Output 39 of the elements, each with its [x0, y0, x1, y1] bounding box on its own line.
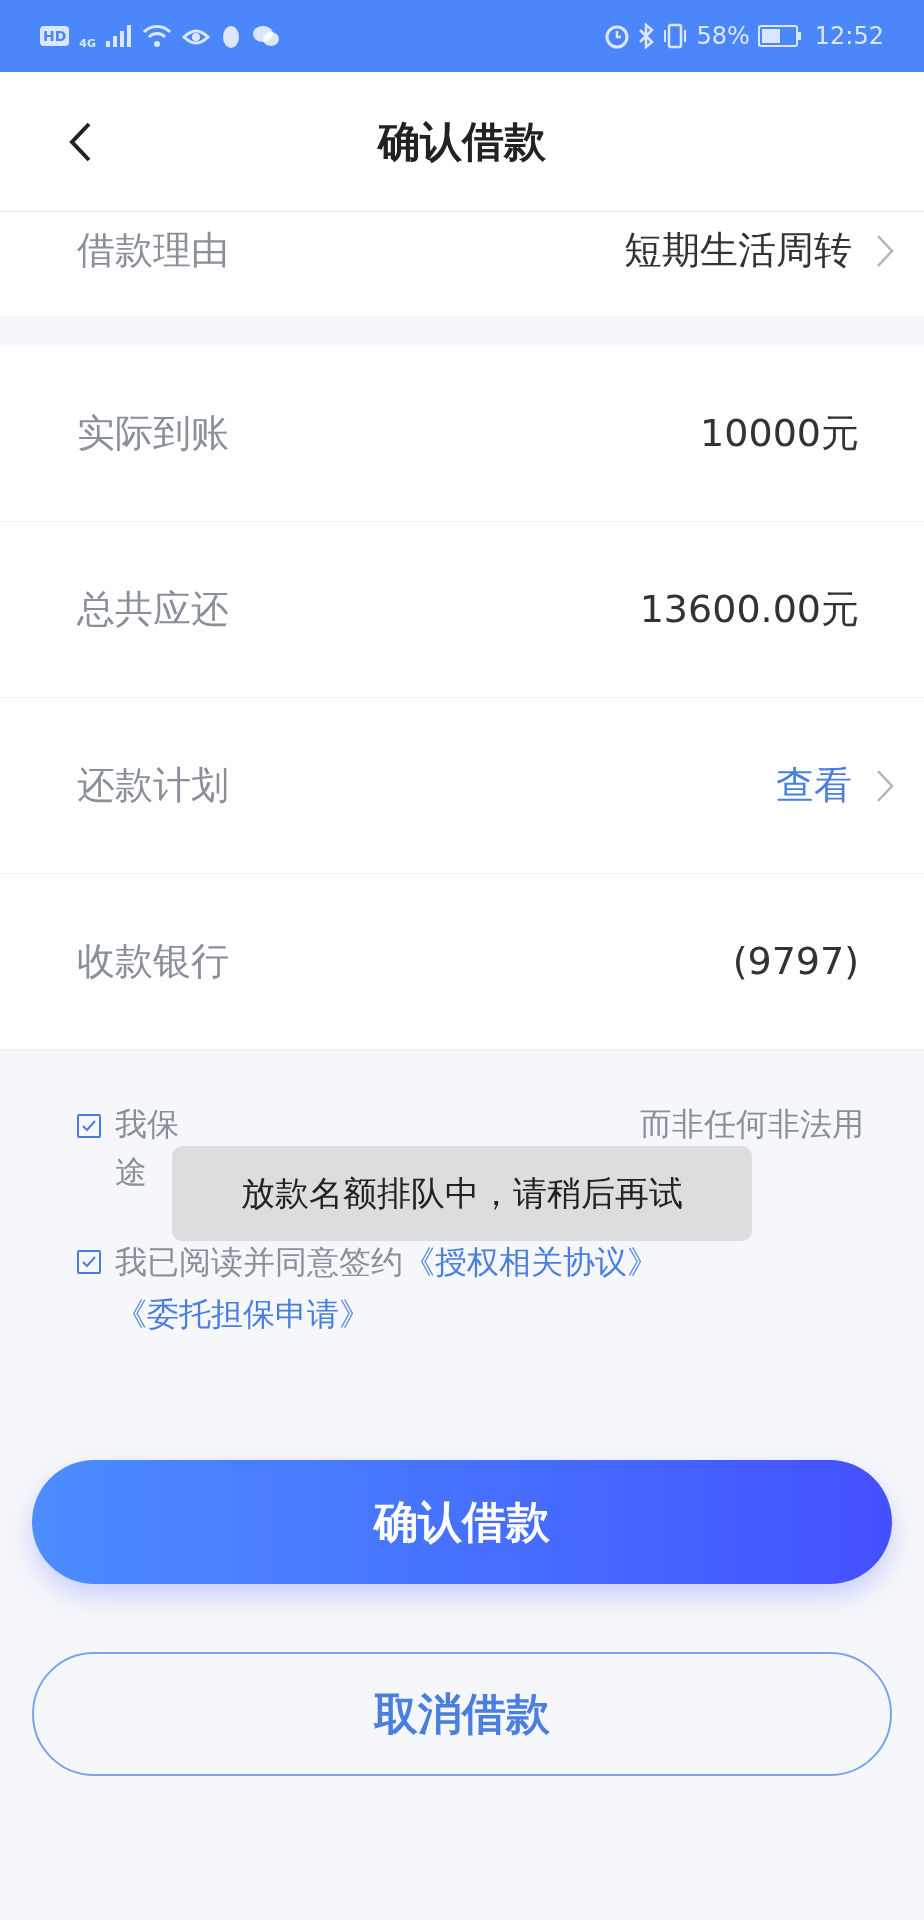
- battery-icon: [757, 25, 801, 47]
- row-value: (9797): [732, 938, 859, 985]
- vibrate-icon: [662, 23, 689, 49]
- clock-time: 12:52: [814, 21, 884, 52]
- chat-icon: [252, 24, 281, 48]
- chevron-right-icon: [876, 233, 894, 268]
- row-value: 短期生活周转: [624, 227, 852, 274]
- checkbox[interactable]: [77, 1250, 101, 1274]
- row-value: 10000元: [700, 410, 859, 457]
- row-label: 实际到账: [77, 410, 229, 457]
- bluetooth-icon: [638, 23, 655, 49]
- row-label: 借款理由: [77, 227, 229, 274]
- checkmark-icon: [82, 1256, 96, 1268]
- page-title: 确认借款: [378, 116, 546, 168]
- back-icon: [68, 120, 92, 163]
- chevron-right-icon: [876, 768, 894, 803]
- row-label: 收款银行: [77, 938, 229, 985]
- info-row[interactable]: 借款理由 短期生活周转: [0, 212, 924, 316]
- toast-message: 放款名额排队中，请稍后再试: [172, 1146, 752, 1241]
- checkbox[interactable]: [77, 1114, 101, 1138]
- alarm-icon: [604, 23, 631, 49]
- checkmark-icon: [82, 1120, 96, 1132]
- wifi-icon: [142, 24, 173, 48]
- row-label: 总共应还: [77, 586, 229, 633]
- agreement-text: 而非任何非法用: [640, 1104, 864, 1145]
- battery-percent: 58%: [696, 21, 750, 52]
- info-row[interactable]: 还款计划 查看: [0, 698, 924, 874]
- hd-badge: HD: [40, 26, 70, 46]
- row-label: 还款计划: [77, 762, 229, 809]
- signal-icon: [106, 25, 133, 47]
- row-value[interactable]: 查看: [776, 757, 852, 814]
- agreement-text: 途: [115, 1152, 147, 1193]
- cancel-button[interactable]: 取消借款: [32, 1652, 892, 1776]
- agreement-link[interactable]: 《委托担保申请》: [115, 1295, 371, 1333]
- agreement-text: 我保: [115, 1104, 179, 1145]
- row-value: 13600.00元: [639, 586, 859, 633]
- confirm-button[interactable]: 确认借款: [32, 1460, 892, 1584]
- agreement-link[interactable]: 《授权相关协议》: [403, 1243, 659, 1281]
- network-label: 4G: [79, 35, 97, 52]
